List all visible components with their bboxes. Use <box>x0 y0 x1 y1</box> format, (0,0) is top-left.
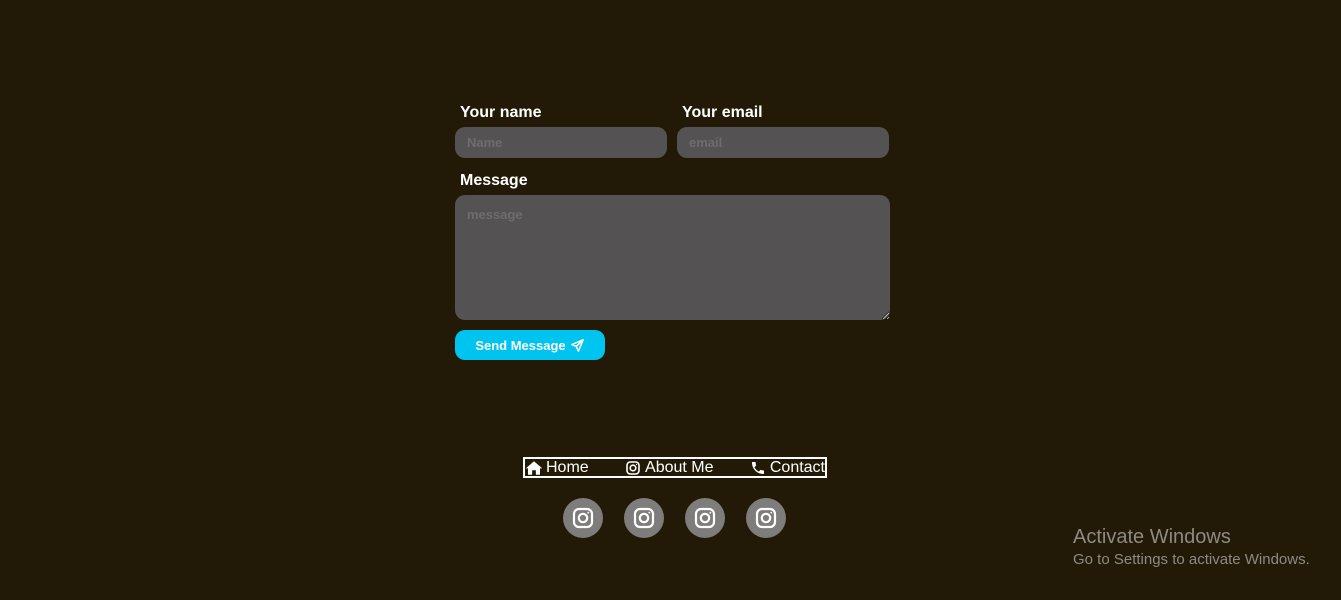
name-label: Your name <box>460 104 542 121</box>
instagram-icon <box>633 507 655 529</box>
home-icon <box>525 460 543 475</box>
name-field-group: Your name <box>455 102 667 158</box>
footer-nav: Home About Me Contact <box>523 457 827 478</box>
nav-contact-link[interactable]: Contact <box>749 459 825 476</box>
send-message-button[interactable]: Send Message <box>455 330 605 360</box>
message-field-group: Message <box>455 170 890 320</box>
nav-about-label: About Me <box>645 459 714 476</box>
social-instagram-button-2[interactable] <box>624 498 664 538</box>
nav-home-label: Home <box>546 459 589 476</box>
watermark-subtitle: Go to Settings to activate Windows. <box>1073 551 1310 568</box>
activate-windows-watermark: Activate Windows Go to Settings to activ… <box>1073 526 1310 570</box>
name-email-row: Your name Your email <box>455 102 890 158</box>
message-label: Message <box>460 172 528 189</box>
contact-form: Your name Your email Message Send Messag… <box>455 102 890 360</box>
message-textarea[interactable] <box>455 195 890 320</box>
email-label: Your email <box>682 104 763 121</box>
email-field-group: Your email <box>677 102 889 158</box>
watermark-title: Activate Windows <box>1073 526 1231 548</box>
nav-contact-label: Contact <box>769 459 825 476</box>
phone-icon <box>751 461 764 474</box>
send-message-label: Send Message <box>475 337 566 353</box>
instagram-icon <box>755 507 777 529</box>
email-input[interactable] <box>677 127 889 158</box>
instagram-icon <box>694 507 716 529</box>
page: Your name Your email Message Send Messag… <box>0 0 1341 600</box>
social-instagram-button-3[interactable] <box>685 498 725 538</box>
paper-plane-icon <box>570 338 584 352</box>
name-input[interactable] <box>455 127 667 158</box>
instagram-icon <box>626 460 640 475</box>
nav-about-link[interactable]: About Me <box>624 459 714 476</box>
social-instagram-button-4[interactable] <box>746 498 786 538</box>
social-instagram-button-1[interactable] <box>563 498 603 538</box>
nav-home-link[interactable]: Home <box>525 459 589 476</box>
social-links <box>563 498 786 538</box>
instagram-icon <box>572 507 594 529</box>
